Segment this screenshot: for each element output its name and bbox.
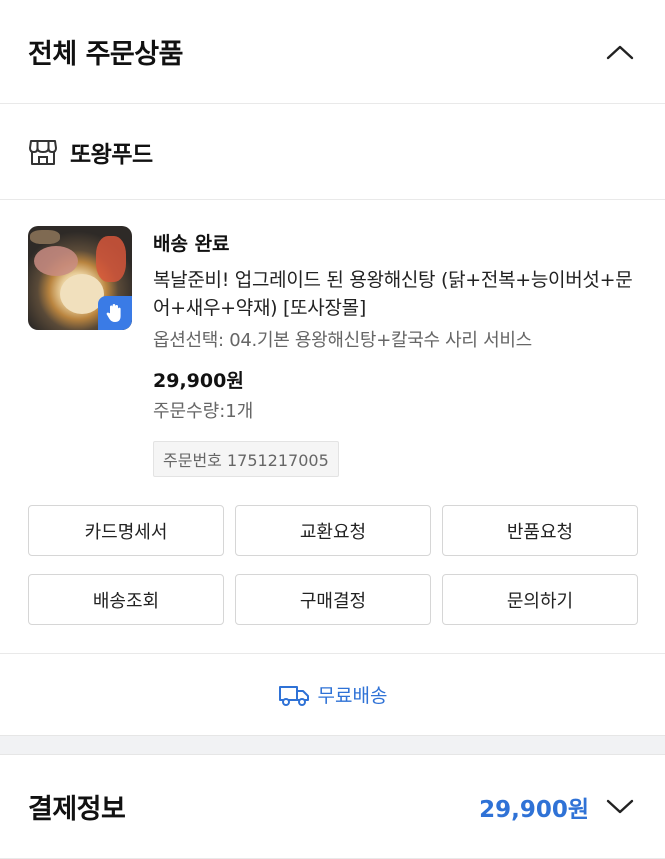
hand-wave-icon — [98, 296, 132, 330]
store-name[interactable]: 또왕푸드 — [70, 135, 153, 169]
product-thumbnail[interactable] — [28, 226, 132, 330]
track-delivery-button[interactable]: 배송조회 — [28, 574, 224, 625]
store-icon — [28, 136, 60, 168]
order-section-title: 전체 주문상품 — [28, 39, 183, 70]
product-option: 옵션선택: 04.기본 용왕해신탕+칼국수 사리 서비스 — [153, 330, 532, 351]
inquiry-button[interactable]: 문의하기 — [442, 574, 638, 625]
payment-info-header[interactable]: 결제정보 29,900원 — [0, 755, 665, 859]
order-quantity: 주문수량:1개 — [153, 401, 254, 422]
card-statement-button[interactable]: 카드명세서 — [28, 505, 224, 556]
order-item: 배송 완료 복날준비! 업그레이드 된 용왕해신탕 (닭+전복+능이버섯+문어+… — [0, 200, 665, 625]
shipping-info: 무료배송 — [0, 653, 665, 735]
shipping-label: 무료배송 — [317, 685, 388, 707]
product-price: 29,900원 — [153, 370, 244, 392]
return-request-button[interactable]: 반품요청 — [442, 505, 638, 556]
order-section-header[interactable]: 전체 주문상품 — [0, 0, 665, 104]
truck-icon — [278, 683, 310, 707]
payment-info-title: 결제정보 — [28, 794, 126, 825]
payment-total: 29,900원 — [479, 796, 589, 823]
product-name[interactable]: 복날준비! 업그레이드 된 용왕해신탕 (닭+전복+능이버섯+문어+새우+약재)… — [153, 266, 637, 322]
chevron-up-icon[interactable] — [605, 37, 635, 67]
section-divider — [0, 735, 665, 755]
confirm-purchase-button[interactable]: 구매결정 — [235, 574, 431, 625]
store-row[interactable]: 또왕푸드 — [0, 104, 665, 200]
order-number-badge: 주문번호 1751217005 — [153, 441, 339, 477]
exchange-request-button[interactable]: 교환요청 — [235, 505, 431, 556]
delivery-status: 배송 완료 — [153, 233, 230, 255]
chevron-down-icon[interactable] — [605, 792, 635, 822]
order-action-buttons: 카드명세서 교환요청 반품요청 배송조회 구매결정 문의하기 — [28, 505, 638, 625]
